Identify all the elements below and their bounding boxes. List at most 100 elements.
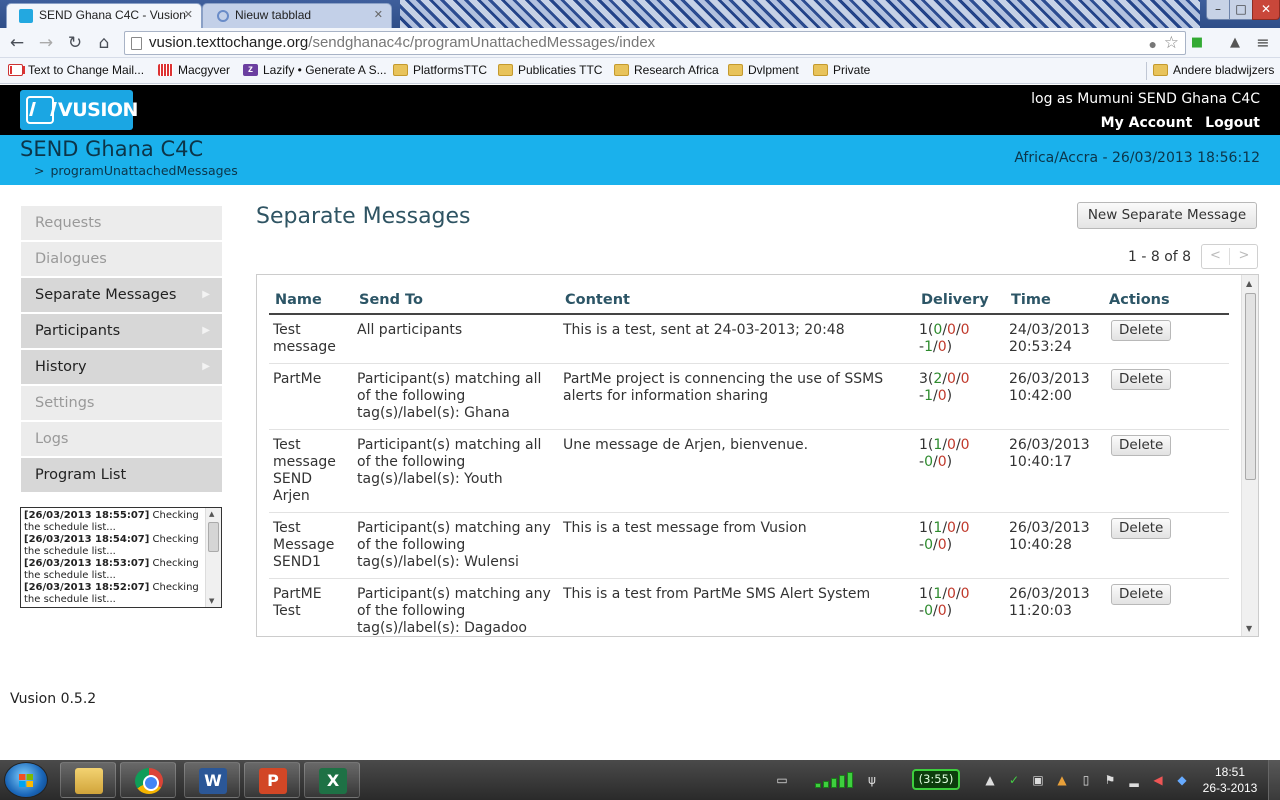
network-bars-icon[interactable]: ▂	[1126, 772, 1142, 788]
bookmark-folder-private[interactable]: Private	[813, 63, 870, 77]
new-separate-message-button[interactable]: New Separate Message	[1077, 202, 1257, 229]
vusion-favicon-icon	[19, 9, 33, 23]
pagination-buttons: < >	[1201, 244, 1258, 269]
delete-button[interactable]: Delete	[1111, 518, 1172, 539]
sidebar-item-separate-messages[interactable]: Separate Messages ▶	[21, 278, 222, 312]
breadcrumb-separator: >	[34, 163, 45, 178]
breadcrumb-current[interactable]: programUnattachedMessages	[50, 163, 237, 178]
ftp-icon[interactable]: ▲	[1054, 772, 1070, 788]
taskbar-clock[interactable]: 18:51 26-3-2013	[1200, 764, 1260, 796]
message-name: Test message	[269, 314, 353, 364]
message-content: This is a test from PartMe SMS Alert Sys…	[559, 578, 915, 636]
sidebar-item-dialogues[interactable]: Dialogues	[21, 242, 222, 276]
account-links: My Account Logout	[1093, 115, 1260, 131]
back-icon[interactable]: ←	[6, 32, 28, 54]
program-title[interactable]: SEND Ghana C4C	[20, 137, 203, 161]
dropbox-icon[interactable]: ◆	[1174, 772, 1190, 788]
scroll-down-icon[interactable]: ▼	[1246, 624, 1252, 633]
message-name: Test message SEND Arjen	[269, 429, 353, 513]
close-window-button[interactable]: ✕	[1252, 0, 1280, 20]
bookmark-star-icon[interactable]: ☆	[1164, 32, 1179, 54]
address-bar[interactable]: vusion.texttochange.org/sendghanac4c/pro…	[124, 31, 1186, 55]
sidebar-item-requests[interactable]: Requests	[21, 206, 222, 240]
reload-icon[interactable]: ↻	[64, 32, 86, 54]
message-send-to: Participant(s) matching all of the follo…	[353, 429, 559, 513]
antenna-icon[interactable]: ψ	[864, 772, 880, 788]
excel-icon: X	[319, 768, 347, 794]
close-tab-icon[interactable]: ✕	[184, 8, 193, 21]
bookmark-folder-research-africa[interactable]: Research Africa	[614, 63, 719, 77]
sidebar-item-logs[interactable]: Logs	[21, 422, 222, 456]
sidebar-item-program-list[interactable]: Program List	[21, 458, 222, 492]
delete-button[interactable]: Delete	[1111, 369, 1172, 390]
tab-title: SEND Ghana C4C - Vusion	[39, 8, 186, 22]
chevron-right-icon: ▶	[202, 325, 210, 336]
loading-icon	[217, 10, 229, 22]
sidebar-item-settings[interactable]: Settings	[21, 386, 222, 420]
home-icon[interactable]: ⌂	[93, 32, 115, 54]
log-line: [26/03/2013 18:55:07] Checking the sched…	[24, 510, 199, 533]
menu-wrench-icon[interactable]: ≡	[1254, 34, 1272, 52]
next-page-button[interactable]: >	[1230, 248, 1258, 263]
tab-vusion[interactable]: SEND Ghana C4C - Vusion ✕	[6, 3, 202, 28]
bookmark-text-to-change-mail[interactable]: Text to Change Mail...	[8, 63, 144, 77]
battery-time-indicator[interactable]: (3:55)	[912, 769, 960, 790]
sidebar-item-history[interactable]: History ▶	[21, 350, 222, 384]
keyboard-icon[interactable]: ▭	[774, 772, 790, 788]
browser-tabstrip: SEND Ghana C4C - Vusion ✕ Nieuw tabblad …	[0, 0, 1280, 28]
vusion-page: VUSION log as Mumuni SEND Ghana C4C My A…	[0, 85, 1280, 760]
vusion-logo[interactable]: VUSION	[20, 90, 138, 130]
bookmark-macgyver[interactable]: Macgyver	[158, 63, 230, 77]
mobile-signal-icon[interactable]	[815, 772, 857, 788]
message-delivery: 1(1/0/0 -0/0)	[915, 429, 1005, 513]
bookmark-folder-other[interactable]: Andere bladwijzers	[1153, 63, 1274, 77]
volume-muted-icon[interactable]: ◀	[1150, 772, 1166, 788]
scroll-thumb[interactable]	[208, 522, 219, 552]
bookmark-folder-dvlpment[interactable]: Dvlpment	[728, 63, 799, 77]
taskbar-explorer[interactable]	[60, 762, 116, 798]
word-icon: W	[199, 768, 227, 794]
program-log-box[interactable]: [26/03/2013 18:55:07] Checking the sched…	[20, 507, 222, 608]
show-hidden-icons-icon[interactable]: ▲	[982, 772, 998, 788]
sidebar-item-participants[interactable]: Participants ▶	[21, 314, 222, 348]
breadcrumb: > programUnattachedMessages	[34, 163, 238, 178]
tab-new[interactable]: Nieuw tabblad ✕	[202, 3, 392, 28]
scroll-thumb[interactable]	[1245, 293, 1256, 480]
scroll-up-icon[interactable]: ▲	[209, 510, 214, 518]
battery-icon[interactable]: ▯	[1078, 772, 1094, 788]
delete-button[interactable]: Delete	[1111, 584, 1172, 605]
message-name: PartME Test	[269, 578, 353, 636]
security-shield-icon[interactable]: ✓	[1006, 772, 1022, 788]
bookmark-folder-publicaties-ttc[interactable]: Publicaties TTC	[498, 63, 602, 77]
start-button[interactable]	[4, 762, 48, 798]
extension-icon[interactable]: ■	[1188, 34, 1206, 52]
bookmark-folder-platformsttc[interactable]: PlatformsTTC	[393, 63, 487, 77]
url-host: vusion.texttochange.org	[149, 34, 309, 51]
program-header: SEND Ghana C4C > programUnattachedMessage…	[0, 135, 1280, 185]
bookmark-lazify[interactable]: z Lazify • Generate A S...	[243, 63, 387, 77]
prev-page-button[interactable]: <	[1202, 248, 1230, 265]
delete-button[interactable]: Delete	[1111, 435, 1172, 456]
delete-button[interactable]: Delete	[1111, 320, 1172, 341]
extension-tools-icon[interactable]: ▲	[1226, 34, 1244, 52]
minimize-button[interactable]: –	[1206, 0, 1230, 20]
taskbar-chrome[interactable]	[120, 762, 176, 798]
scroll-up-icon[interactable]: ▲	[1246, 279, 1252, 288]
forward-icon[interactable]: →	[35, 32, 57, 54]
log-scrollbar[interactable]: ▲ ▼	[205, 508, 221, 607]
close-tab-icon[interactable]: ✕	[374, 8, 383, 21]
tab-title: Nieuw tabblad	[235, 8, 312, 22]
taskbar-excel[interactable]: X	[304, 762, 360, 798]
show-desktop-button[interactable]	[1268, 760, 1280, 800]
taskbar-word[interactable]: W	[184, 762, 240, 798]
logout-link[interactable]: Logout	[1205, 115, 1260, 131]
maximize-button[interactable]: □	[1229, 0, 1253, 20]
lightbulb-icon[interactable]: ●	[1149, 33, 1157, 54]
monitor-icon[interactable]: ▣	[1030, 772, 1046, 788]
table-scrollbar[interactable]: ▲ ▼	[1241, 275, 1258, 636]
my-account-link[interactable]: My Account	[1101, 115, 1193, 131]
taskbar-powerpoint[interactable]: P	[244, 762, 300, 798]
action-center-flag-icon[interactable]: ⚑	[1102, 772, 1118, 788]
message-delivery: 3(2/0/0 -1/0)	[915, 363, 1005, 430]
scroll-down-icon[interactable]: ▼	[209, 597, 214, 605]
